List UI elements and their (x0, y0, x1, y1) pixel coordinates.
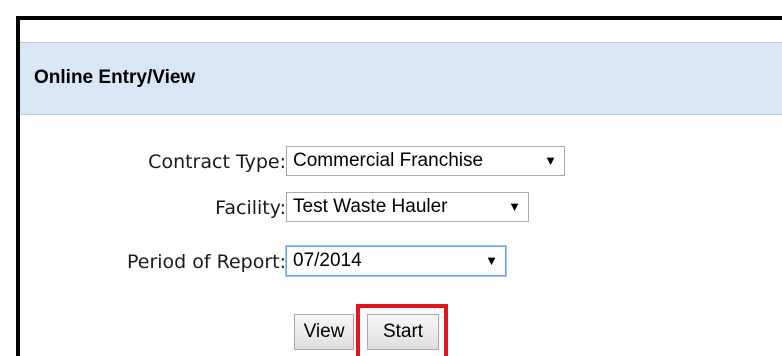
period-value: 07/2014 (293, 250, 362, 271)
start-button-highlight (356, 304, 448, 356)
contract-type-select[interactable]: Commercial Franchise ▼ (286, 146, 565, 176)
page-frame: Online Entry/View Contract Type: Commerc… (16, 16, 782, 356)
view-button[interactable]: View (294, 314, 354, 350)
chevron-down-icon: ▼ (544, 153, 557, 168)
facility-value: Test Waste Hauler (293, 196, 448, 217)
chevron-down-icon: ▼ (508, 199, 521, 214)
period-select[interactable]: 07/2014 ▼ (286, 246, 506, 276)
panel-title: Online Entry/View (34, 67, 196, 88)
facility-label: Facility: (215, 197, 286, 219)
period-label: Period of Report: (126, 251, 286, 273)
contract-type-label: Contract Type: (148, 151, 286, 173)
contract-type-value: Commercial Franchise (293, 150, 484, 171)
facility-select[interactable]: Test Waste Hauler ▼ (286, 192, 529, 222)
chevron-down-icon: ▼ (485, 253, 498, 268)
panel-header: Online Entry/View (20, 42, 782, 115)
